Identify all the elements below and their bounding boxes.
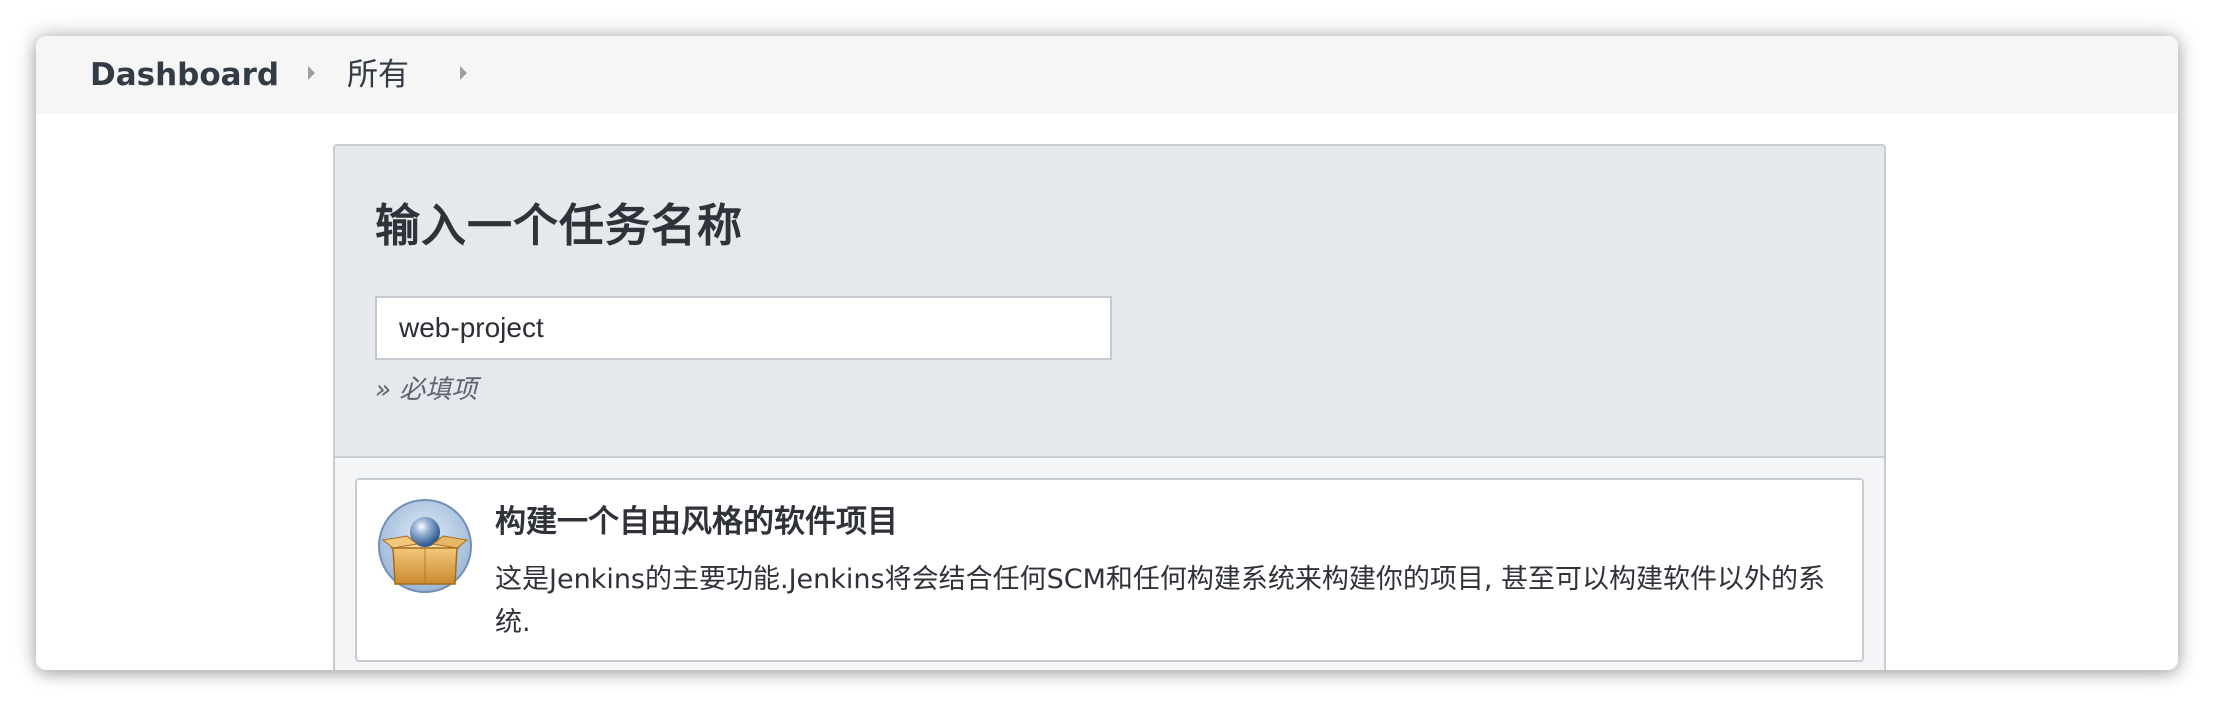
browser-window: Dashboard 所有 输入一个任务名称 » 必填项 [36,36,2178,670]
required-field-hint: » 必填项 [375,375,478,405]
breadcrumb-all-link[interactable]: 所有 [347,56,409,94]
breadcrumb-separator-icon[interactable] [308,66,315,80]
new-item-panel: 输入一个任务名称 » 必填项 [333,144,1886,670]
freestyle-project-icon [378,499,472,593]
freestyle-project-option[interactable]: 构建一个自由风格的软件项目 这是Jenkins的主要功能.Jenkins将会结合… [355,478,1864,662]
breadcrumb: Dashboard 所有 [36,36,2178,114]
freestyle-project-description: 这是Jenkins的主要功能.Jenkins将会结合任何SCM和任何构建系统来构… [495,564,1826,638]
breadcrumb-dashboard-link[interactable]: Dashboard [90,56,279,94]
breadcrumb-separator-icon[interactable] [460,66,467,80]
freestyle-project-title: 构建一个自由风格的软件项目 [495,504,898,540]
item-name-heading: 输入一个任务名称 [375,199,744,252]
item-name-section: 输入一个任务名称 » 必填项 [335,146,1884,458]
item-name-input[interactable] [375,296,1112,360]
